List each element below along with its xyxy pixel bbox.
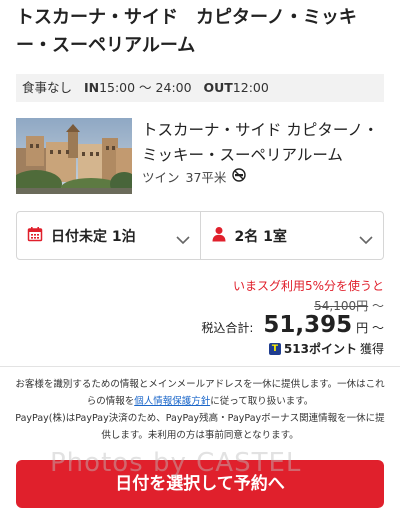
total-label: 税込合計: [201,321,254,335]
chevron-down-icon [175,230,190,249]
points-info: T 513ポイント 獲得 [268,340,384,357]
date-selector[interactable]: 日付未定 1泊 [17,212,200,259]
person-icon [211,226,227,246]
original-price-value: 54,100円 [314,299,369,313]
privacy-policy-link[interactable]: 個人情報保護方針 [134,396,210,407]
plan-info-bar: 食事なし IN15:00 〜 24:00 OUT12:00 [16,74,384,102]
points-value: 513ポイント [283,342,357,356]
privacy-disclaimer: お客様を識別するための情報とメインメールアドレスを一休に提供します。一休はこれら… [14,376,386,444]
watermark: Photos by CASTEL [50,448,302,478]
room-type: ツイン [142,170,180,185]
calendar-icon [27,226,43,246]
total-value: 51,395 [263,312,353,338]
disclaimer-line1-end: に従って取り扱います。 [210,396,314,407]
room-size: 37平米 [185,170,227,185]
room-summary: トスカーナ・サイド カピターノ・ミッキー・スーペリアルーム ツイン 37平米 [16,118,384,194]
points-suffix: 獲得 [359,342,384,356]
room-name-link[interactable]: トスカーナ・サイド カピターノ・ミッキー・スーペリアルーム [142,118,384,168]
guests-selector[interactable]: 2名 1室 [199,212,384,259]
checkin-time: 15:00 〜 24:00 [99,80,192,95]
chevron-down-icon [359,230,373,249]
booking-selectors: 日付未定 1泊 2名 1室 [16,211,384,260]
guests-selector-label: 2名 1室 [234,228,287,245]
tpoint-icon: T [268,342,281,355]
date-selector-label: 日付未定 1泊 [51,228,136,245]
meal-info: 食事なし [22,80,73,95]
divider [0,366,400,367]
total-unit: 円 〜 [356,321,384,335]
disclaimer-line2: PayPay(株)はPayPay決済のため、PayPay残高・PayPayボーナ… [15,413,385,441]
total-price: 税込合計: 51,395 円 〜 [201,312,384,338]
checkin-label: IN [83,80,100,95]
room-title: トスカーナ・サイド カピターノ・ミッキー・スーペリアルーム [16,7,357,56]
checkout-label: OUT [203,80,233,95]
original-price-suffix: 〜 [371,299,384,313]
no-smoking-icon [232,168,247,185]
checkout-time: 12:00 [232,80,269,95]
room-photo[interactable] [16,118,132,194]
room-meta: ツイン 37平米 [142,167,247,186]
promo-text: いまスグ利用5%分を使うと [232,279,384,293]
